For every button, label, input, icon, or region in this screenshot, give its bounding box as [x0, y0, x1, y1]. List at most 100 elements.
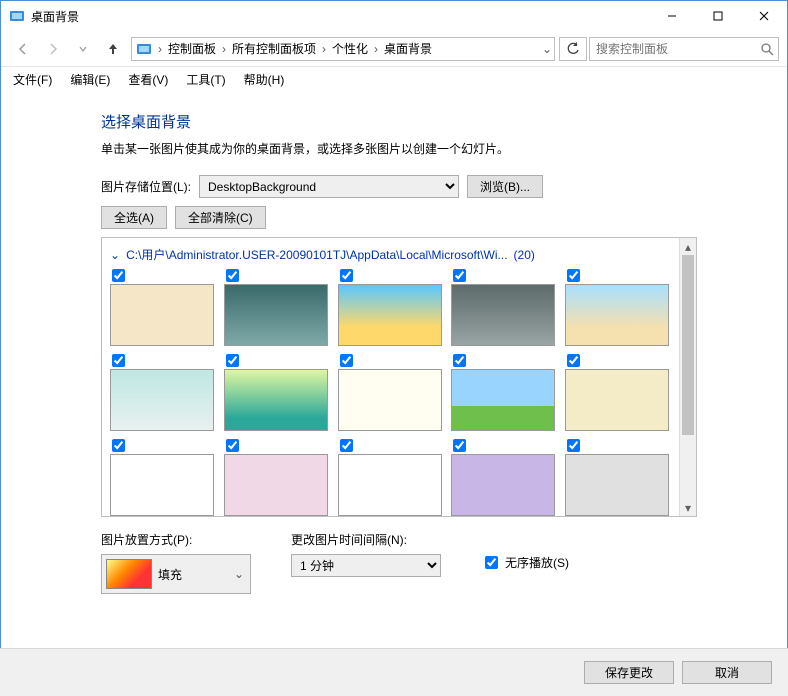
menu-help[interactable]: 帮助(H)	[236, 69, 293, 90]
thumbnail-image[interactable]	[338, 369, 442, 431]
thumbnail-checkbox[interactable]	[112, 354, 125, 367]
up-button[interactable]	[99, 36, 127, 62]
search-box[interactable]	[589, 37, 779, 61]
thumbnail-checkbox[interactable]	[340, 269, 353, 282]
thumbnail-cell[interactable]	[224, 269, 330, 346]
chevron-down-icon: ⌄	[234, 567, 244, 581]
menu-edit[interactable]: 编辑(E)	[62, 69, 118, 90]
thumbnail-checkbox[interactable]	[567, 354, 580, 367]
clear-all-button[interactable]: 全部清除(C)	[175, 206, 266, 229]
location-label: 图片存储位置(L):	[101, 178, 191, 195]
thumbnail-cell[interactable]	[224, 354, 330, 431]
window-title: 桌面背景	[31, 8, 649, 25]
thumbnail-cell[interactable]	[338, 354, 444, 431]
interval-combo[interactable]: 1 分钟	[291, 554, 441, 577]
breadcrumb-item[interactable]: 个性化	[328, 40, 372, 57]
thumbnail-image[interactable]	[451, 284, 555, 346]
thumbnail-checkbox[interactable]	[453, 439, 466, 452]
thumbnail-image[interactable]	[338, 284, 442, 346]
shuffle-input[interactable]	[485, 556, 498, 569]
thumbnail-cell[interactable]	[451, 269, 557, 346]
thumbnail-image[interactable]	[338, 454, 442, 516]
app-icon	[9, 8, 25, 24]
shuffle-checkbox[interactable]: 无序播放(S)	[481, 553, 569, 572]
thumbnail-cell[interactable]	[338, 439, 444, 516]
menu-tools[interactable]: 工具(T)	[178, 69, 233, 90]
minimize-button[interactable]	[649, 1, 695, 31]
thumbnail-cell[interactable]	[110, 269, 216, 346]
thumbnail-checkbox[interactable]	[226, 354, 239, 367]
menu-view[interactable]: 查看(V)	[120, 69, 176, 90]
chevron-right-icon: ›	[156, 42, 164, 56]
chevron-down-icon[interactable]: ⌄	[110, 248, 120, 262]
close-button[interactable]	[741, 1, 787, 31]
thumbnail-checkbox[interactable]	[453, 354, 466, 367]
thumbnail-image[interactable]	[110, 284, 214, 346]
recent-dropdown[interactable]	[69, 36, 97, 62]
thumbnail-image[interactable]	[565, 369, 669, 431]
forward-button[interactable]	[39, 36, 67, 62]
scroll-down-button[interactable]: ▾	[680, 499, 696, 516]
maximize-button[interactable]	[695, 1, 741, 31]
thumbnail-image[interactable]	[224, 284, 328, 346]
titlebar: 桌面背景	[1, 1, 787, 31]
thumbnail-image[interactable]	[110, 454, 214, 516]
breadcrumb-item[interactable]: 桌面背景	[380, 40, 436, 57]
browse-button[interactable]: 浏览(B)...	[467, 175, 543, 198]
fit-preview-icon	[106, 559, 152, 589]
thumbnail-checkbox[interactable]	[567, 269, 580, 282]
thumbnail-image[interactable]	[565, 284, 669, 346]
menu-file[interactable]: 文件(F)	[5, 69, 60, 90]
fit-value: 填充	[158, 566, 182, 583]
thumbnail-image[interactable]	[110, 369, 214, 431]
thumbnail-image[interactable]	[224, 369, 328, 431]
search-input[interactable]	[594, 41, 760, 57]
thumbnail-checkbox[interactable]	[340, 439, 353, 452]
scrollbar[interactable]: ▴ ▾	[679, 238, 696, 516]
thumbnail-checkbox[interactable]	[453, 269, 466, 282]
gallery-list[interactable]: ⌄ C:\用户\Administrator.USER-20090101TJ\Ap…	[102, 238, 679, 516]
thumbnail-checkbox[interactable]	[226, 439, 239, 452]
breadcrumb-item[interactable]: 所有控制面板项	[228, 40, 320, 57]
thumbnail-cell[interactable]	[110, 439, 216, 516]
refresh-button[interactable]	[559, 37, 587, 61]
thumbnail-cell[interactable]	[451, 439, 557, 516]
breadcrumb-icon	[136, 41, 152, 57]
scroll-up-button[interactable]: ▴	[680, 238, 696, 255]
thumbnail-checkbox[interactable]	[112, 439, 125, 452]
thumbnail-cell[interactable]	[338, 269, 444, 346]
search-icon[interactable]	[760, 42, 774, 56]
menu-bar: 文件(F) 编辑(E) 查看(V) 工具(T) 帮助(H)	[1, 67, 787, 91]
select-all-button[interactable]: 全选(A)	[101, 206, 167, 229]
location-combo[interactable]: DesktopBackground	[199, 175, 459, 198]
chevron-right-icon: ›	[220, 42, 228, 56]
footer: 保存更改 取消	[0, 648, 788, 696]
thumbnail-cell[interactable]	[110, 354, 216, 431]
thumbnail-checkbox[interactable]	[112, 269, 125, 282]
scroll-thumb[interactable]	[682, 255, 694, 435]
save-button[interactable]: 保存更改	[584, 661, 674, 684]
fit-combo[interactable]: 填充 ⌄	[101, 554, 251, 594]
thumbnail-image[interactable]	[224, 454, 328, 516]
thumbnail-cell[interactable]	[565, 439, 671, 516]
thumbnail-image[interactable]	[451, 454, 555, 516]
breadcrumb-item[interactable]: 控制面板	[164, 40, 220, 57]
cancel-button[interactable]: 取消	[682, 661, 772, 684]
thumbnail-checkbox[interactable]	[226, 269, 239, 282]
breadcrumb-bar[interactable]: › 控制面板 › 所有控制面板项 › 个性化 › 桌面背景 ⌄	[131, 37, 555, 61]
thumbnail-cell[interactable]	[565, 269, 671, 346]
chevron-down-icon[interactable]: ⌄	[542, 42, 552, 56]
thumbnail-cell[interactable]	[565, 354, 671, 431]
thumbnail-checkbox[interactable]	[567, 439, 580, 452]
gallery: ⌄ C:\用户\Administrator.USER-20090101TJ\Ap…	[101, 237, 697, 517]
window-buttons	[649, 1, 787, 31]
thumbnail-checkbox[interactable]	[340, 354, 353, 367]
chevron-right-icon: ›	[372, 42, 380, 56]
thumbnail-cell[interactable]	[224, 439, 330, 516]
shuffle-label: 无序播放(S)	[505, 554, 569, 571]
thumbnail-image[interactable]	[451, 369, 555, 431]
back-button[interactable]	[9, 36, 37, 62]
thumbnail-cell[interactable]	[451, 354, 557, 431]
thumbnail-image[interactable]	[565, 454, 669, 516]
group-header[interactable]: ⌄ C:\用户\Administrator.USER-20090101TJ\Ap…	[110, 246, 671, 263]
